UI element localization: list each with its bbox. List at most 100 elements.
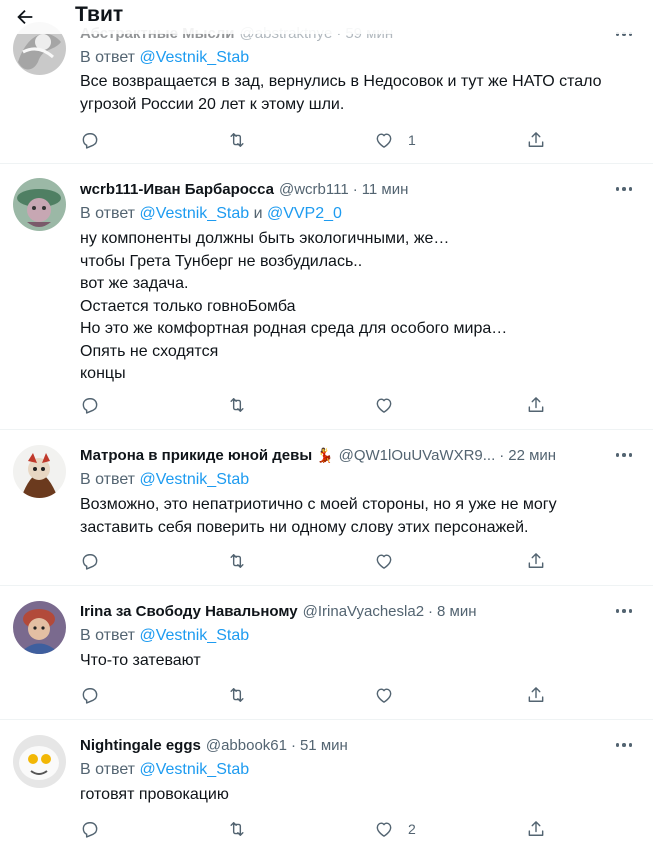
avatar[interactable] [13,445,66,498]
user-handle[interactable]: @wcrb111 [279,181,349,198]
display-name[interactable]: Irina за Свободу Навальному [80,603,298,620]
reply-context: В ответ @Vestnik_Stab [80,761,249,779]
tweet[interactable]: wcrb111-Иван Барбаросса @wcrb111 · 11 ми… [0,164,653,430]
tweet[interactable]: Матрона в прикиде юной девы 💃 @QW1lOuUVa… [0,430,653,586]
timestamp[interactable]: 51 мин [300,737,348,754]
reply-context: В ответ @Vestnik_Stab и @VVP2_0 [80,205,342,223]
text-line: концы [80,365,126,382]
display-name[interactable]: Матрона в прикиде юной девы [80,447,312,464]
heart-icon [376,133,392,148]
action-bar: 2 [80,817,550,841]
separator-dot: · [499,446,505,464]
tweet[interactable]: Irina за Свободу Навальному @IrinaVyache… [0,586,653,720]
share-button[interactable] [526,549,546,573]
reply-context: В ответ @Vestnik_Stab [80,627,249,645]
display-name[interactable]: wcrb111-Иван Барбаросса [80,181,274,198]
mention-link[interactable]: @VVP2_0 [267,205,342,222]
more-options-button[interactable] [613,178,635,200]
tweet[interactable]: Nightingale eggs @abbook61 · 51 мин В от… [0,720,653,845]
retweet-icon [230,554,244,568]
action-bar: 1 [80,128,550,152]
mention-link[interactable]: @Vestnik_Stab [139,49,249,66]
reply-icon [82,398,98,414]
like-button[interactable] [374,549,408,573]
share-button[interactable] [526,817,546,841]
text-line: ну компоненты должны быть экологичными, … [80,230,450,247]
heart-icon [376,688,392,703]
share-icon [528,821,544,836]
retweet-button[interactable] [227,549,247,573]
retweet-icon [230,822,244,836]
reply-icon [82,133,98,149]
share-icon [528,132,544,147]
author-line: Nightingale eggs @abbook61 · 51 мин [80,734,348,756]
text-line: чтобы Грета Тунберг не возбудилась.. [80,252,363,270]
avatar[interactable] [13,178,66,231]
action-bar [80,683,550,707]
avatar[interactable] [13,735,66,788]
text-line: Остается только говноБомба [80,297,296,315]
text-line: Что-то затевают [80,652,201,669]
reply-button[interactable] [80,683,100,707]
text-line: Возможно, это непатриотично с моей сторо… [80,496,557,513]
retweet-button[interactable] [227,393,247,417]
mention-join: и [253,205,263,222]
more-options-button[interactable] [613,734,635,756]
retweet-button[interactable] [227,683,247,707]
share-button[interactable] [526,683,546,707]
separator-dot: · [290,736,296,754]
back-button[interactable] [12,4,38,30]
reply-button[interactable] [80,393,100,417]
timestamp[interactable]: 11 мин [362,181,409,198]
reply-prefix: В ответ [80,49,136,66]
author-line: Матрона в прикиде юной девы 💃 @QW1lOuUVa… [80,444,556,466]
mention-link[interactable]: @Vestnik_Stab [139,471,249,488]
avatar[interactable] [13,601,66,654]
retweet-button[interactable] [227,128,247,152]
tweet-text: ну компоненты должны быть экологичными, … [80,228,625,386]
display-name[interactable]: Nightingale eggs [80,737,201,754]
share-icon [528,687,544,702]
user-handle[interactable]: @abbook61 [206,737,287,754]
action-bar [80,549,550,573]
like-button[interactable]: 1 [374,128,416,152]
action-bar [80,393,550,417]
dancer-emoji: 💃 [316,446,334,463]
page-title: Твит [75,3,124,26]
reply-prefix: В ответ [80,761,136,778]
like-button[interactable]: 2 [374,817,416,841]
text-line: Все возвращается в зад, вернулись в Недо… [80,73,602,90]
mention-link[interactable]: @Vestnik_Stab [139,761,249,778]
like-button[interactable] [374,683,408,707]
reply-prefix: В ответ [80,205,136,222]
share-button[interactable] [526,393,546,417]
reply-button[interactable] [80,128,100,152]
reply-prefix: В ответ [80,471,136,488]
timestamp[interactable]: 8 мин [437,603,477,620]
like-count: 1 [408,132,416,148]
author-line: wcrb111-Иван Барбаросса @wcrb111 · 11 ми… [80,178,408,200]
reply-button[interactable] [80,817,100,841]
user-handle[interactable]: @IrinaVyachesla2 [303,603,424,620]
more-options-button[interactable] [613,600,635,622]
text-line: готовят провокацию [80,786,229,803]
reply-icon [82,554,98,570]
heart-icon [376,822,392,837]
text-line: вот же задача. [80,275,189,292]
reply-button[interactable] [80,549,100,573]
tweet-text: готовят провокацию [80,784,625,807]
like-count: 2 [408,821,416,837]
retweet-button[interactable] [227,817,247,841]
mention-link[interactable]: @Vestnik_Stab [139,627,249,644]
tweet-text: Что-то затевают [80,650,625,673]
mention-link[interactable]: @Vestnik_Stab [139,205,249,222]
retweet-icon [230,398,244,412]
share-button[interactable] [526,128,546,152]
like-button[interactable] [374,393,408,417]
timestamp[interactable]: 22 мин [508,447,556,464]
separator-dot: · [352,180,358,198]
user-handle[interactable]: @QW1lOuUVaWXR9... [339,447,496,464]
reply-context: В ответ @Vestnik_Stab [80,49,249,67]
more-options-button[interactable] [613,444,635,466]
tweet-text: Возможно, это непатриотично с моей сторо… [80,494,625,539]
